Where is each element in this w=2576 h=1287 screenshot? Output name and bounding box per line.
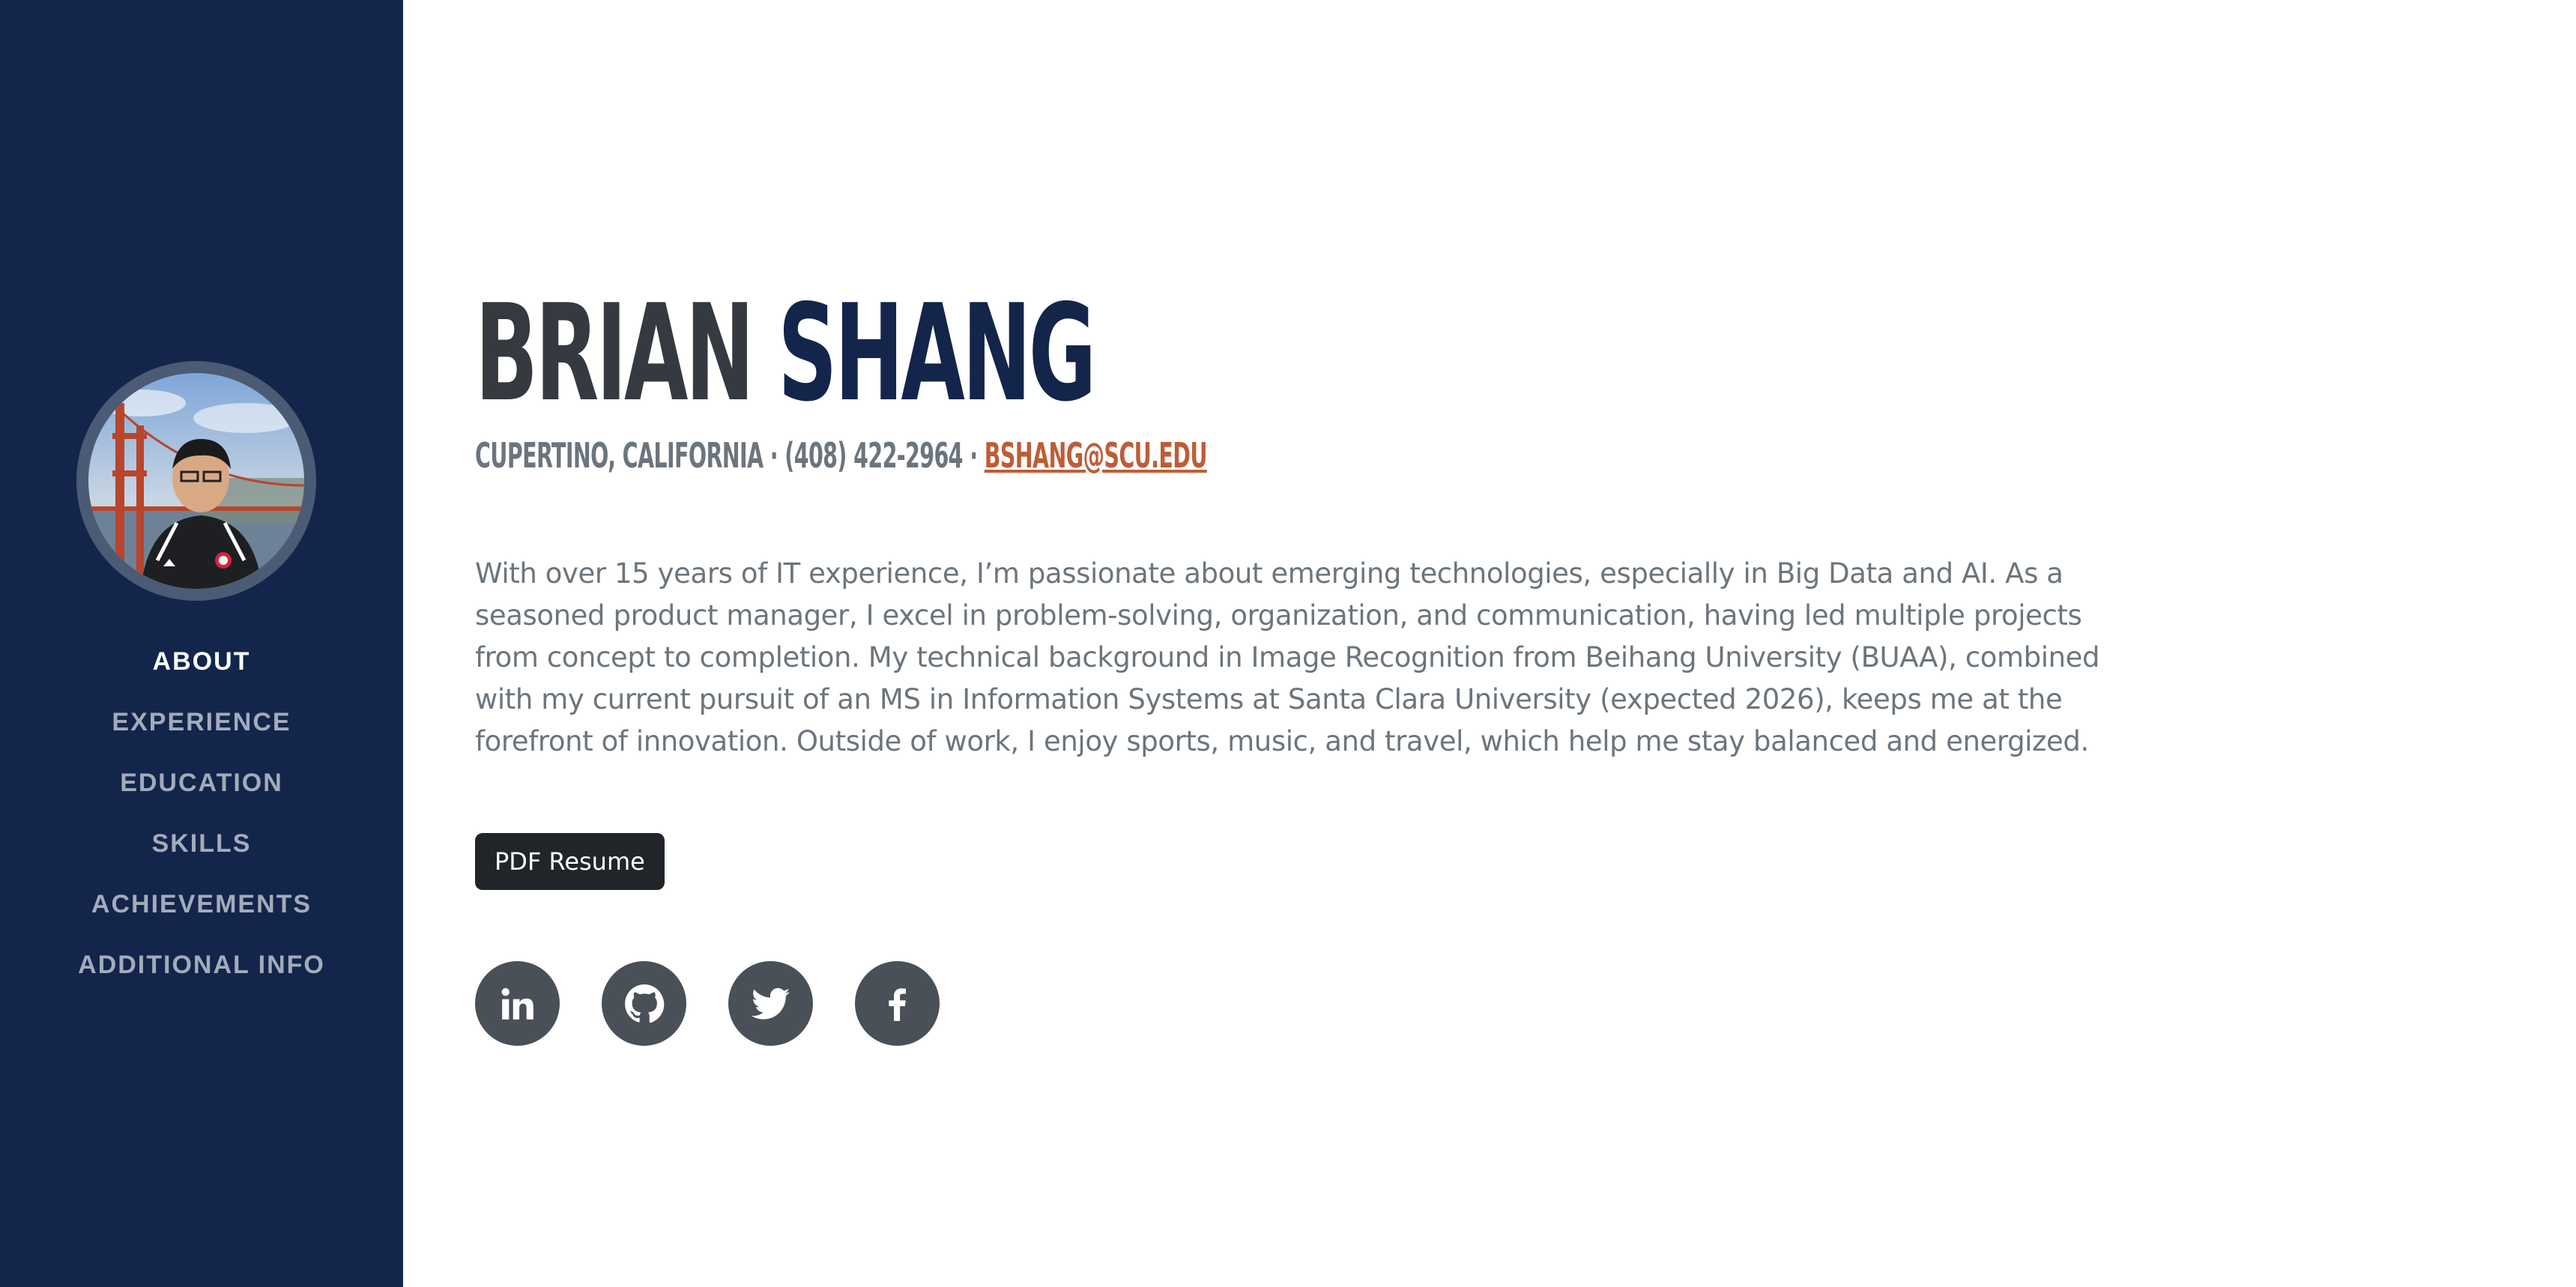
location-phone: CUPERTINO, CALIFORNIA · (408) 422-2964 ·	[475, 435, 985, 476]
nav-item-experience[interactable]: EXPERIENCE	[0, 694, 403, 754]
nav-item-skills[interactable]: SKILLS	[0, 815, 403, 876]
github-icon	[624, 984, 664, 1023]
last-name: SHANG	[778, 276, 1096, 431]
sidebar: ABOUT EXPERIENCE EDUCATION SKILLS ACHIEV…	[0, 0, 403, 1287]
email-link[interactable]: BSHANG@SCU.EDU	[985, 435, 1208, 476]
avatar[interactable]	[76, 361, 316, 601]
page-title: BRIAN SHANG	[475, 276, 1096, 431]
nav-item-additional-info[interactable]: ADDITIONAL INFO	[0, 936, 403, 997]
nav-item-education[interactable]: EDUCATION	[0, 754, 403, 815]
github-link[interactable]	[602, 961, 686, 1046]
facebook-link[interactable]	[855, 961, 940, 1046]
twitter-link[interactable]	[728, 961, 813, 1046]
nav-item-about[interactable]: ABOUT	[0, 633, 403, 694]
pdf-resume-button[interactable]: PDF Resume	[475, 833, 665, 890]
nav-item-achievements[interactable]: ACHIEVEMENTS	[0, 876, 403, 936]
sidebar-nav: ABOUT EXPERIENCE EDUCATION SKILLS ACHIEV…	[0, 633, 403, 997]
social-links	[475, 961, 982, 1046]
linkedin-icon	[501, 987, 533, 1020]
facebook-icon	[888, 987, 906, 1021]
bio-text: With over 15 years of IT experience, I’m…	[475, 557, 2100, 757]
profile-photo-icon	[88, 373, 304, 589]
contact-line: CUPERTINO, CALIFORNIA · (408) 422-2964 ·…	[475, 433, 1207, 478]
linkedin-link[interactable]	[475, 961, 560, 1046]
twitter-icon	[751, 987, 790, 1020]
first-name: BRIAN	[475, 276, 755, 431]
